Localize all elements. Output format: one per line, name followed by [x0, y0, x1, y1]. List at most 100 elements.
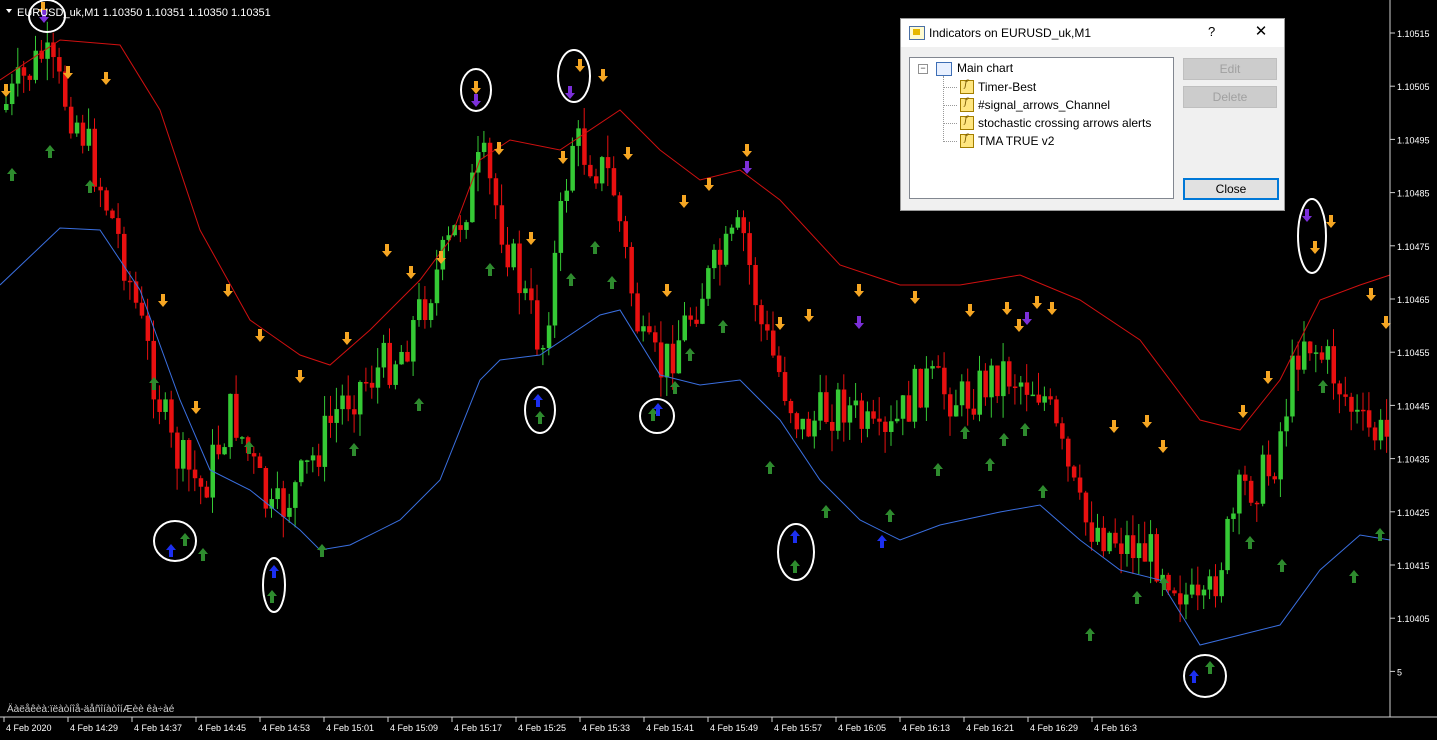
- bear-candle: [1066, 438, 1071, 467]
- bear-candle: [776, 355, 782, 373]
- bull-candle: [558, 200, 564, 253]
- price-label: 5: [1397, 667, 1402, 677]
- tree-item-timer-best[interactable]: Timer-Best: [943, 79, 1163, 95]
- bear-candle: [169, 399, 174, 433]
- bear-candle: [127, 280, 133, 283]
- close-icon[interactable]: ✕: [1249, 22, 1273, 42]
- help-button[interactable]: ?: [1208, 24, 1215, 39]
- bear-candle: [352, 409, 357, 415]
- collapse-icon[interactable]: −: [918, 64, 928, 74]
- bear-candle: [1172, 590, 1177, 594]
- tree-item-tma-true-v2[interactable]: TMA TRUE v2: [943, 133, 1163, 149]
- bear-candle: [983, 370, 988, 398]
- indicator-icon: [960, 115, 974, 130]
- bear-candle: [104, 190, 109, 211]
- bear-candle: [98, 186, 103, 191]
- bear-candle: [647, 326, 652, 333]
- tree-root-main-chart[interactable]: Main chart: [957, 61, 1013, 75]
- bull-candle: [1302, 341, 1307, 370]
- bull-candle: [1325, 346, 1331, 360]
- bear-candle: [487, 142, 493, 179]
- bull-candle: [1378, 419, 1384, 441]
- bear-candle: [906, 395, 912, 422]
- bear-candle: [110, 210, 115, 219]
- bear-candle: [1319, 352, 1325, 360]
- indicator-icon: [960, 79, 974, 94]
- bull-candle: [393, 364, 398, 385]
- bull-candle: [1260, 454, 1266, 504]
- bear-candle: [529, 288, 534, 301]
- dialog-title-bar[interactable]: Indicators on EURUSD_uk,M1 ? ✕: [901, 19, 1284, 47]
- bear-candle: [186, 440, 192, 470]
- bull-candle: [45, 42, 50, 59]
- time-label: 4 Feb 15:57: [774, 723, 822, 733]
- bear-candle: [859, 400, 864, 429]
- indicator-tree[interactable]: − Main chart Timer-Best #signal_arrows_C…: [909, 57, 1174, 199]
- bear-candle: [27, 75, 33, 80]
- tree-item-stochastic-crossing[interactable]: stochastic crossing arrows alerts: [943, 115, 1163, 131]
- bull-candle: [1189, 584, 1195, 595]
- price-label: 1.10445: [1397, 401, 1430, 411]
- bear-candle: [257, 456, 263, 469]
- time-label: 4 Feb 16:05: [838, 723, 886, 733]
- bull-candle: [428, 303, 434, 321]
- bull-candle: [299, 460, 304, 483]
- bull-candle: [599, 157, 605, 184]
- bear-candle: [499, 205, 505, 245]
- bear-candle: [1349, 396, 1354, 412]
- tree-item-signal-arrows-channel[interactable]: #signal_arrows_Channel: [943, 97, 1163, 113]
- bull-candle: [712, 249, 717, 269]
- bear-candle: [594, 176, 599, 184]
- time-label: 4 Feb 15:33: [582, 723, 630, 733]
- bull-candle: [1042, 396, 1047, 403]
- bear-candle: [192, 469, 198, 479]
- bear-candle: [251, 453, 257, 457]
- bear-candle: [995, 365, 1000, 397]
- edit-button[interactable]: Edit: [1183, 58, 1277, 80]
- bear-candle: [1154, 534, 1159, 582]
- bull-candle: [375, 367, 381, 388]
- bear-candle: [771, 330, 776, 356]
- bull-candle: [641, 326, 646, 332]
- bear-candle: [204, 486, 210, 498]
- bear-candle: [68, 106, 74, 134]
- delete-button[interactable]: Delete: [1183, 86, 1277, 108]
- time-label: 4 Feb 16:3: [1094, 723, 1137, 733]
- bull-candle: [293, 482, 298, 508]
- bull-candle: [417, 299, 422, 321]
- bull-candle: [1107, 532, 1112, 552]
- bull-candle: [989, 365, 994, 398]
- bear-candle: [617, 195, 623, 222]
- indicator-label: stochastic crossing arrows alerts: [978, 116, 1152, 130]
- bull-candle: [924, 368, 929, 408]
- bear-candle: [605, 157, 611, 169]
- time-label: 4 Feb 15:01: [326, 723, 374, 733]
- bear-candle: [841, 389, 847, 423]
- bear-candle: [535, 300, 540, 350]
- bear-candle: [21, 67, 27, 76]
- bear-candle: [1337, 383, 1342, 395]
- bear-candle: [948, 394, 953, 417]
- bear-candle: [80, 122, 86, 146]
- bull-candle: [287, 507, 292, 517]
- bull-candle: [1231, 513, 1236, 519]
- bull-candle: [464, 222, 469, 230]
- price-label: 1.10425: [1397, 508, 1430, 518]
- bear-candle: [1254, 502, 1260, 505]
- bull-candle: [481, 142, 487, 153]
- bear-candle: [1272, 476, 1277, 480]
- close-button[interactable]: Close: [1183, 178, 1279, 200]
- bull-candle: [889, 421, 894, 432]
- bear-candle: [1054, 399, 1059, 424]
- bull-candle: [682, 315, 687, 341]
- time-label: 4 Feb 2020: [6, 723, 52, 733]
- bull-candle: [546, 325, 552, 348]
- price-label: 1.10435: [1397, 455, 1430, 465]
- bull-candle: [340, 395, 345, 410]
- bear-candle: [588, 164, 593, 177]
- chart-status-text: Äàëåêèà:ïëàòíîå-äåñîíàòîíÆèè êà÷àé: [7, 703, 175, 715]
- bear-candle: [216, 444, 221, 455]
- bull-candle: [228, 393, 233, 448]
- bear-candle: [1266, 454, 1272, 477]
- bull-candle: [1207, 576, 1213, 590]
